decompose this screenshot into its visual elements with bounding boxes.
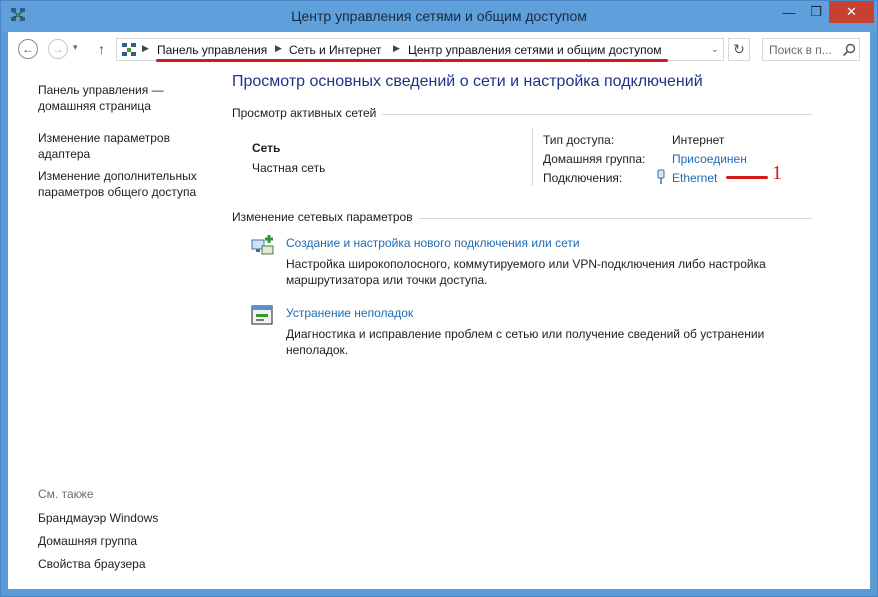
close-button[interactable]: ✕: [829, 1, 874, 23]
sidebar-link-control-panel-home[interactable]: Панель управления — домашняя страница: [38, 82, 208, 114]
task-troubleshoot-description: Диагностика и исправление проблем с сеть…: [286, 327, 765, 357]
annotation-number: 1: [772, 162, 782, 184]
search-box[interactable]: [762, 38, 860, 61]
address-dropdown-icon[interactable]: ⌄: [711, 44, 719, 55]
navigation-bar: ← → ▾ ↑ ▶ Панель управления ▶ Сеть и Инт…: [8, 32, 870, 68]
search-icon[interactable]: [841, 42, 857, 58]
breadcrumb-network-center[interactable]: Центр управления сетями и общим доступом: [408, 43, 662, 57]
active-networks-title: Просмотр активных сетей: [232, 106, 383, 120]
breadcrumb-control-panel[interactable]: Панель управления: [157, 43, 267, 57]
troubleshoot-icon: [251, 305, 273, 325]
forward-button[interactable]: →: [48, 39, 68, 59]
recent-locations-dropdown-icon[interactable]: ▾: [73, 42, 78, 53]
refresh-button[interactable]: ↻: [728, 38, 750, 61]
access-type-label: Тип доступа:: [543, 133, 615, 147]
annotation-underline: [156, 59, 668, 62]
network-type: Частная сеть: [252, 161, 326, 175]
see-also-label: См. также: [38, 487, 94, 501]
task-troubleshoot-link[interactable]: Устранение неполадок: [286, 306, 413, 320]
access-type-value: Интернет: [672, 133, 725, 147]
sidebar-link-advanced-sharing[interactable]: Изменение дополнительных параметров обще…: [38, 168, 208, 200]
homegroup-link[interactable]: Присоединен: [672, 152, 747, 166]
minimize-button[interactable]: —: [775, 1, 803, 23]
up-button[interactable]: ↑: [98, 41, 105, 57]
page-title: Просмотр основных сведений о сети и наст…: [232, 73, 703, 90]
title-bar[interactable]: Центр управления сетями и общим доступом…: [1, 1, 877, 32]
back-button[interactable]: ←: [18, 39, 38, 59]
window: Центр управления сетями и общим доступом…: [0, 0, 878, 597]
new-connection-icon: [251, 235, 274, 255]
ethernet-connection-link[interactable]: Ethernet: [672, 171, 717, 185]
see-also-link-browser-properties[interactable]: Свойства браузера: [38, 556, 208, 572]
annotation-marker: [726, 176, 768, 179]
maximize-button[interactable]: ❐: [803, 1, 829, 23]
control-panel-icon: [122, 43, 136, 56]
sidebar-link-adapter-settings[interactable]: Изменение параметров адаптера: [38, 130, 208, 162]
address-bar[interactable]: ▶ Панель управления ▶ Сеть и Интернет ▶ …: [116, 38, 724, 61]
see-also-link-firewall[interactable]: Брандмауэр Windows: [38, 510, 208, 526]
task-new-connection-description: Настройка широкополосного, коммутируемог…: [286, 257, 766, 287]
search-input[interactable]: [763, 39, 839, 60]
breadcrumb-network-internet[interactable]: Сеть и Интернет: [289, 43, 381, 57]
network-info-divider: [532, 128, 533, 186]
window-title: Центр управления сетями и общим доступом: [291, 8, 587, 24]
change-settings-title: Изменение сетевых параметров: [232, 210, 419, 224]
connections-label: Подключения:: [543, 171, 623, 185]
network-name: Сеть: [252, 141, 281, 155]
breadcrumb-separator-icon[interactable]: ▶: [275, 43, 282, 54]
breadcrumb-separator-icon[interactable]: ▶: [142, 43, 149, 54]
homegroup-label: Домашняя группа:: [543, 152, 646, 166]
breadcrumb-separator-icon[interactable]: ▶: [393, 43, 400, 54]
ethernet-icon: [657, 169, 665, 184]
task-new-connection-link[interactable]: Создание и настройка нового подключения …: [286, 236, 580, 250]
content-area: Панель управления — домашняя страница Из…: [8, 68, 870, 589]
see-also-link-homegroup[interactable]: Домашняя группа: [38, 533, 208, 549]
